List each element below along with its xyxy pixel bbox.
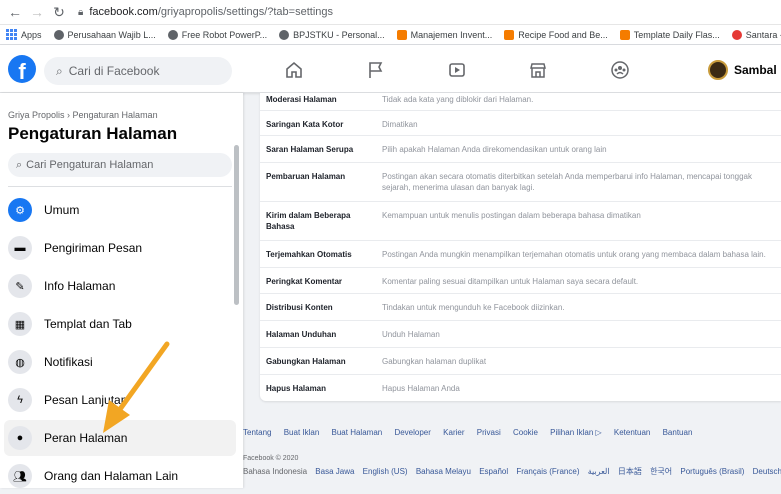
language-link[interactable]: 日本語 [618,467,642,476]
watch-icon[interactable] [446,59,468,81]
avatar [708,60,728,80]
setting-row-saringan[interactable]: Saringan Kata Kotor Dimatikan [260,110,781,135]
copyright: Facebook © 2020 [243,455,299,462]
bookmark-item[interactable]: BPJSTKU - Personal... [279,29,385,40]
marketplace-icon[interactable] [527,59,549,81]
setting-row-gabungkan[interactable]: Gabungkan Halaman Gabungkan halaman dupl… [260,347,781,374]
flag-icon[interactable] [365,59,387,81]
footer-link[interactable]: Ketentuan [614,428,650,437]
sidebar-item-templat-dan-tab[interactable]: ▦ Templat dan Tab [4,306,236,342]
setting-row-beberapa-bahasa[interactable]: Kirim dalam Beberapa Bahasa Kemampuan un… [260,201,781,240]
setting-row-unduhan[interactable]: Halaman Unduhan Unduh Halaman [260,320,781,347]
setting-row-pembaruan[interactable]: Pembaruan Halaman Postingan akan secara … [260,162,781,201]
footer-link[interactable]: Bantuan [663,428,693,437]
footer-link[interactable]: Buat Halaman [332,428,383,437]
footer-link[interactable]: Cookie [513,428,538,437]
globe-icon: ◍ [8,350,32,374]
messenger-icon: ϟ [8,388,32,412]
bookmark-item[interactable]: Manajemen Invent... [396,29,492,40]
url-host: facebook.com [89,6,158,18]
language-link[interactable]: Deutsch [753,467,781,476]
setting-row-hapus[interactable]: Hapus Halaman Hapus Halaman Anda [260,374,781,401]
bookmark-item[interactable]: Recipe Food and Be... [504,29,608,40]
sidebar-item-pengiriman-pesan[interactable]: ▬ Pengiriman Pesan [4,230,236,266]
home-icon[interactable] [283,59,305,81]
person-icon: ● [8,426,32,450]
profile-button[interactable]: Sambal [708,60,777,80]
language-link[interactable]: Français (France) [516,467,579,476]
language-link[interactable]: العربية [588,467,610,476]
chat-icon: ▬ [8,236,32,260]
reload-icon[interactable]: ↻ [50,3,68,21]
forward-icon[interactable]: → [28,3,46,21]
apps-icon [6,29,17,40]
language-link[interactable]: Español [479,467,508,476]
divider [8,186,232,187]
sidebar-item-pesan-lanjutan[interactable]: ϟ Pesan Lanjutan [4,382,236,418]
people-icon: 👥︎ [8,464,32,488]
facebook-logo[interactable]: f [8,55,36,83]
sidebar-item-peran-halaman[interactable]: ● Peran Halaman [4,420,236,456]
footer-link[interactable]: Buat Iklan [284,428,320,437]
setting-row-peringkat[interactable]: Peringkat Komentar Komentar paling sesua… [260,267,781,293]
sidebar-item-orang-dan-halaman-lain[interactable]: 👥︎ Orang dan Halaman Lain [4,458,236,494]
bookmark-item[interactable]: Free Robot PowerP... [167,29,267,40]
settings-sidebar: Griya Propolis › Pengaturan Halaman Peng… [0,93,243,488]
search-icon: ⌕ [16,158,23,171]
bookmark-item[interactable]: Template Daily Flas... [619,29,720,40]
setting-row-terjemahkan[interactable]: Terjemahkan Otomatis Postingan Anda mung… [260,240,781,267]
language-link[interactable]: Basa Jawa [315,467,354,476]
globe-icon [167,29,178,40]
footer-link[interactable]: Privasi [477,428,501,437]
groups-icon[interactable] [609,59,631,81]
sidebar-item-umum[interactable]: ⚙ Umum [4,192,236,228]
breadcrumb[interactable]: Griya Propolis › Pengaturan Halaman [8,110,158,120]
browser-toolbar: ← → ↻ 🔒︎ facebook.com /griyapropolis/set… [0,0,781,25]
url-path: /griyapropolis/settings/?tab=settings [157,6,333,18]
setting-row-saran[interactable]: Saran Halaman Serupa Pilih apakah Halama… [260,135,781,162]
settings-search-input[interactable]: ⌕ Cari Pengaturan Halaman [8,153,232,177]
pencil-icon: ✎ [8,274,32,298]
bookmark-apps[interactable]: Apps [6,29,42,40]
settings-table: Moderasi Halaman Tidak ada kata yang dib… [260,93,781,401]
language-link[interactable]: Português (Brasil) [680,467,744,476]
globe-icon [279,29,290,40]
language-link[interactable]: Bahasa Melayu [416,467,471,476]
sidebar-item-notifikasi[interactable]: ◍ Notifikasi [4,344,236,380]
orange-doc-icon [619,29,630,40]
language-link[interactable]: English (US) [363,467,408,476]
current-language: Bahasa Indonesia [243,467,308,476]
footer-links: Tentang Buat Iklan Buat Halaman Develope… [243,428,702,437]
page-footer: Tentang Buat Iklan Buat Halaman Develope… [243,401,781,488]
orange-doc-icon [504,29,515,40]
orange-doc-icon [396,29,407,40]
santara-icon [731,29,742,40]
setting-row-distribusi[interactable]: Distribusi Konten Tindakan untuk mengund… [260,293,781,320]
globe-icon [53,29,64,40]
page-title: Pengaturan Halaman [8,124,178,143]
sidebar-item-info-halaman[interactable]: ✎ Info Halaman [4,268,236,304]
facebook-search-input[interactable]: ⌕ Cari di Facebook [44,57,232,85]
footer-link[interactable]: Pilihan Iklan ▷ [550,428,602,437]
back-icon[interactable]: ← [6,3,24,21]
footer-link[interactable]: Tentang [243,428,271,437]
language-links: Bahasa Indonesia Basa Jawa English (US) … [243,466,781,477]
footer-link[interactable]: Developer [394,428,430,437]
bookmark-item[interactable]: Perusahaan Wajib L... [53,29,156,40]
facebook-header: f ⌕ Cari di Facebook Sambal [0,45,781,93]
grid-icon: ▦ [8,312,32,336]
address-bar[interactable]: 🔒︎ facebook.com /griyapropolis/settings/… [78,6,333,18]
bookmark-item[interactable]: Santara - Bursa Sah... [731,29,781,40]
language-link[interactable]: 한국어 [650,467,672,476]
gear-icon: ⚙ [8,198,32,222]
footer-link[interactable]: Karier [443,428,464,437]
bookmarks-bar: Apps Perusahaan Wajib L... Free Robot Po… [0,25,781,45]
search-icon: ⌕ [56,63,63,78]
setting-row-moderasi[interactable]: Moderasi Halaman Tidak ada kata yang dib… [260,93,781,110]
lock-icon: 🔒︎ [78,6,84,18]
